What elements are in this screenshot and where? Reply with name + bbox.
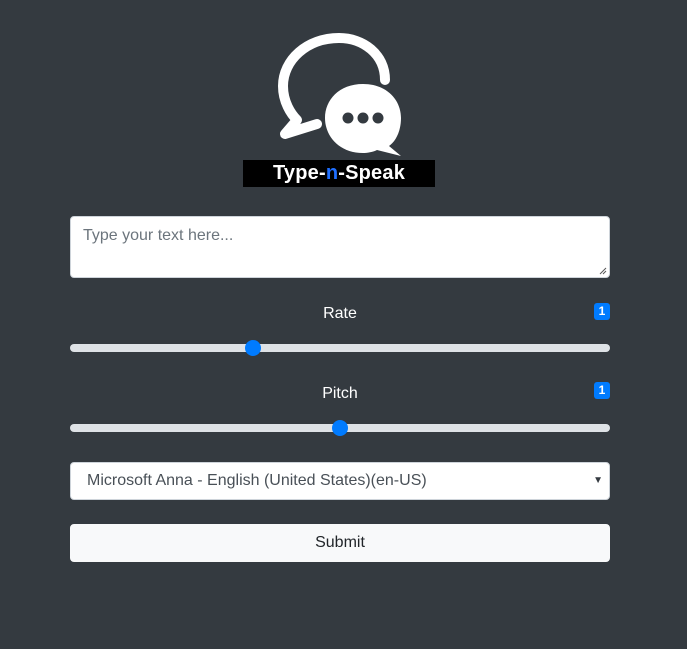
logo-text-end: -Speak [338, 162, 406, 184]
text-input-placeholder: Type your text here... [83, 227, 234, 244]
resize-handle-icon[interactable] [599, 267, 607, 275]
speech-bubbles-icon [278, 33, 401, 156]
pitch-label: Pitch [322, 385, 358, 402]
pitch-slider-thumb[interactable] [332, 420, 348, 436]
rate-label: Rate [323, 305, 357, 322]
text-input[interactable]: Type your text here... [70, 216, 610, 278]
rate-slider[interactable] [70, 340, 610, 356]
rate-value-badge: 1 [594, 303, 610, 320]
chevron-down-icon: ▼ [593, 475, 603, 486]
logo-text-start: Type- [272, 162, 326, 184]
voice-select[interactable]: Microsoft Anna - English (United States)… [70, 462, 610, 500]
rate-slider-thumb[interactable] [244, 340, 261, 356]
pitch-slider[interactable] [70, 420, 610, 436]
logo-text-accent: n [325, 162, 339, 184]
app-logo: Type-n-Speak [243, 30, 435, 188]
logo-wordmark: Type-n-Speak [243, 160, 435, 187]
pitch-value-badge: 1 [594, 382, 610, 399]
submit-button[interactable]: Submit [70, 524, 610, 562]
rate-slider-track[interactable] [70, 344, 610, 352]
voice-select-value: Microsoft Anna - English (United States)… [87, 472, 427, 489]
